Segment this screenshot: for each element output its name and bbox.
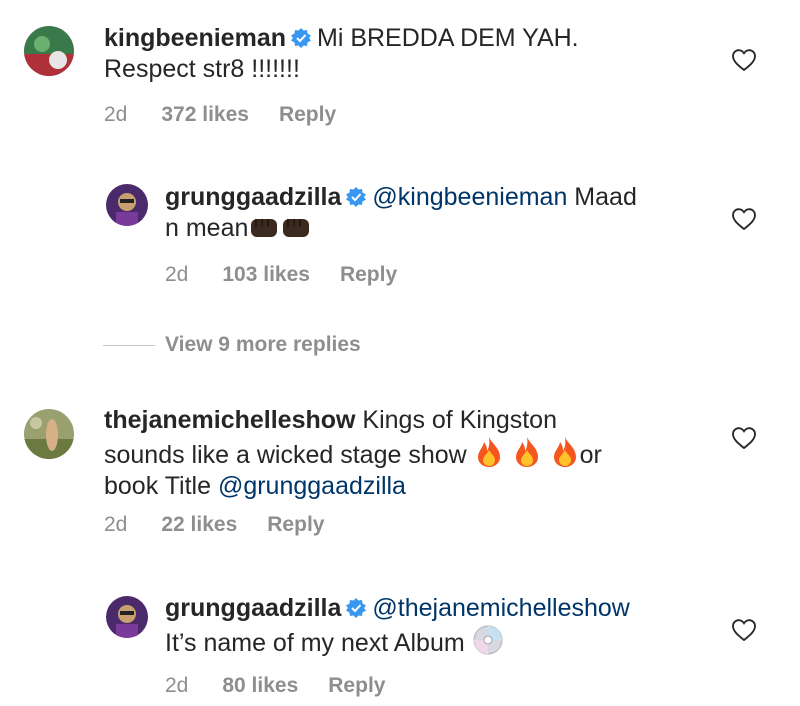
timestamp: 2d <box>165 263 189 286</box>
comment-text: n mean <box>165 214 249 242</box>
likes-count[interactable]: 22 likes <box>161 513 237 536</box>
fire-emoji-icon <box>515 437 538 467</box>
likes-count[interactable]: 80 likes <box>222 674 298 697</box>
reply-button[interactable]: Reply <box>267 513 324 536</box>
likes-count[interactable]: 372 likes <box>161 103 249 126</box>
reply-button[interactable]: Reply <box>328 674 385 697</box>
username[interactable]: thejanemichelleshow <box>104 406 355 434</box>
fist-emoji-icon <box>283 219 310 237</box>
view-more-label[interactable]: View 9 more replies <box>165 333 361 356</box>
heart-icon[interactable] <box>732 427 756 449</box>
comment-text: Mi BREDDA DEM YAH. <box>317 24 579 52</box>
username[interactable]: grunggaadzilla <box>165 183 341 211</box>
timestamp: 2d <box>104 103 128 126</box>
fire-emoji-icon <box>477 437 500 467</box>
reply-button[interactable]: Reply <box>340 263 397 286</box>
comment-text: Maad <box>567 183 637 211</box>
heart-icon[interactable] <box>732 208 756 230</box>
avatar[interactable] <box>106 184 148 226</box>
divider-line <box>103 344 155 346</box>
comment-text: sounds like a wicked stage show <box>104 441 467 469</box>
mention-link[interactable]: @kingbeenieman <box>372 183 567 211</box>
verified-badge-icon <box>346 187 367 207</box>
reply-button[interactable]: Reply <box>279 103 336 126</box>
fire-emoji-icon <box>553 437 576 467</box>
comment-text: It’s name of my next Album <box>165 629 465 657</box>
verified-badge-icon <box>346 598 367 618</box>
cd-emoji-icon <box>473 625 503 655</box>
comment-text: or <box>579 441 602 469</box>
likes-count[interactable]: 103 likes <box>222 263 310 286</box>
avatar[interactable] <box>106 596 148 638</box>
mention-link[interactable]: @thejanemichelleshow <box>372 594 629 622</box>
avatar[interactable] <box>24 26 74 76</box>
verified-badge-icon <box>291 28 311 48</box>
timestamp: 2d <box>165 674 189 697</box>
heart-icon[interactable] <box>732 619 756 641</box>
timestamp: 2d <box>104 513 128 536</box>
comment-text: Kings of Kingston <box>355 406 557 434</box>
username[interactable]: grunggaadzilla <box>165 594 341 622</box>
view-more-replies-button[interactable]: View 9 more replies <box>103 333 361 357</box>
comment-text: book Title <box>104 472 218 500</box>
fist-emoji-icon <box>251 219 278 237</box>
avatar[interactable] <box>24 409 74 459</box>
mention-link[interactable]: @grunggaadzilla <box>218 472 406 500</box>
username[interactable]: kingbeenieman <box>104 24 286 52</box>
comment-text: Respect str8 !!!!!!! <box>104 55 300 83</box>
heart-icon[interactable] <box>732 49 756 71</box>
